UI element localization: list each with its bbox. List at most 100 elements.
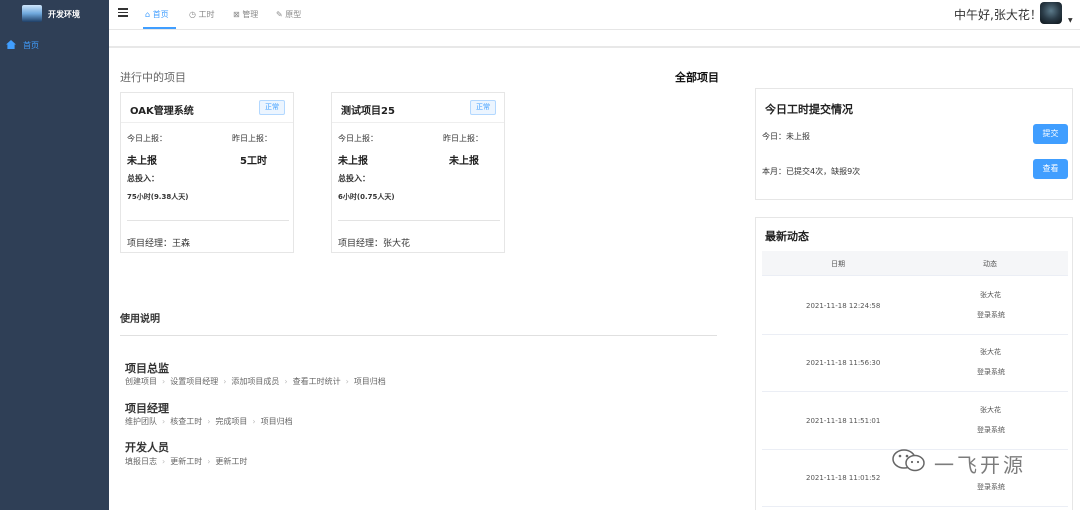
top-bar: ⌂ 首页 ◷ 工时 ⊠ 管理 ✎ 原型 中午好,张大花！ ▼ (109, 0, 1080, 30)
month-status: 本月：已提交4次，缺报9次 (762, 167, 861, 176)
step: 项目归档 (353, 377, 386, 386)
usage-title: 使用说明 (120, 314, 160, 325)
divider (120, 335, 717, 336)
clock-icon: ◷ (189, 10, 196, 19)
yesterday-value: 未上报 (449, 156, 479, 167)
chevron-right-icon: › (284, 377, 288, 386)
row-action: 登录系统 (977, 311, 1005, 319)
project-name: 测试项目25 (341, 106, 395, 117)
divider (338, 220, 500, 221)
total-label: 总投入： (338, 174, 370, 183)
tab-prototype[interactable]: ✎ 原型 (276, 9, 301, 20)
grid-icon: ⊠ (233, 10, 240, 19)
chevron-right-icon: › (162, 417, 166, 426)
role-steps: 填报日志 › 更新工时 › 更新工时 (125, 456, 247, 467)
status-badge: 正常 (470, 100, 496, 115)
row-user: 张大花 (980, 406, 1001, 414)
wechat-icon (892, 449, 925, 472)
yesterday-label: 昨日上报： (443, 134, 483, 143)
sidebar-item-label: 首页 (23, 41, 39, 50)
chevron-right-icon: › (207, 417, 211, 426)
chevron-right-icon: › (252, 417, 256, 426)
tab-manage[interactable]: ⊠ 管理 (233, 9, 258, 20)
project-card[interactable]: OAK管理系统 正常 今日上报： 昨日上报： 未上报 5工时 总投入： 75小时… (120, 92, 294, 253)
project-manager: 项目经理：王森 (127, 239, 191, 249)
avatar[interactable] (1040, 2, 1062, 24)
step: 填报日志 (125, 457, 157, 466)
caret-down-icon[interactable]: ▼ (1068, 17, 1073, 24)
role-steps: 创建项目 › 设置项目经理 › 添加项目成员 › 查看工时统计 › 项目归档 (125, 376, 386, 387)
panel-title: 最新动态 (765, 230, 809, 243)
tab-label: 管理 (242, 10, 259, 19)
step: 设置项目经理 (170, 377, 219, 386)
yesterday-value: 5工时 (240, 156, 267, 167)
today-value: 未上报 (127, 156, 157, 167)
step: 添加项目成员 (231, 377, 280, 386)
column-header-date: 日期 (831, 260, 845, 268)
tab-worktime[interactable]: ◷ 工时 (189, 9, 215, 20)
today-value: 未上报 (338, 156, 368, 167)
chevron-right-icon: › (162, 457, 166, 466)
divider (121, 122, 293, 123)
watermark: 一飞开源 (934, 453, 1026, 477)
panel-title: 今日工时提交情况 (765, 103, 853, 116)
project-manager: 项目经理：张大花 (338, 239, 411, 249)
sidebar-item-home[interactable]: 首页 (0, 37, 109, 53)
tab-home[interactable]: ⌂ 首页 (145, 9, 169, 20)
step: 更新工时 (170, 457, 203, 466)
menu-toggle-icon[interactable] (118, 8, 128, 17)
step: 核查工时 (170, 417, 203, 426)
chevron-right-icon: › (207, 457, 211, 466)
today-label: 今日上报： (338, 134, 378, 143)
chevron-right-icon: › (345, 377, 349, 386)
role-steps: 维护团队 › 核查工时 › 完成项目 › 项目归档 (125, 416, 293, 427)
column-header-action: 动态 (983, 260, 997, 268)
timesheet-panel: 今日工时提交情况 今日：未上报 提交 本月：已提交4次，缺报9次 查看 (755, 88, 1073, 200)
tab-label: 首页 (152, 10, 169, 19)
divider (109, 46, 1080, 48)
home-icon: ⌂ (145, 10, 151, 19)
view-button[interactable]: 查看 (1033, 159, 1068, 179)
step: 更新工时 (215, 457, 248, 466)
all-projects-link[interactable]: 全部项目 (675, 69, 719, 85)
today-status: 今日：未上报 (762, 132, 810, 141)
table-row: 2021-11-18 11:51:01 张大花 登录系统 (762, 392, 1068, 450)
project-card[interactable]: 测试项目25 正常 今日上报： 昨日上报： 未上报 未上报 总投入： 6小时(0… (331, 92, 505, 253)
total-label: 总投入： (127, 174, 159, 183)
tab-label: 工时 (198, 10, 215, 19)
row-date: 2021-11-18 12:24:58 (806, 302, 881, 310)
total-value: 75小时(9.38人天) (127, 193, 189, 201)
table-header: 日期 动态 (762, 251, 1068, 276)
submit-button[interactable]: 提交 (1033, 124, 1068, 144)
yesterday-label: 昨日上报： (232, 134, 272, 143)
row-date: 2021-11-18 11:56:30 (806, 359, 881, 367)
chevron-right-icon: › (223, 377, 227, 386)
row-action: 登录系统 (977, 426, 1005, 434)
role-title: 项目经理 (125, 402, 169, 415)
role-title: 开发人员 (125, 441, 169, 454)
sidebar: 开发环境 首页 (0, 0, 109, 510)
chevron-right-icon: › (162, 377, 166, 386)
row-date: 2021-11-18 11:01:52 (806, 474, 881, 482)
project-name: OAK管理系统 (130, 106, 194, 117)
step: 创建项目 (125, 377, 157, 386)
app-logo (22, 5, 42, 22)
row-user: 张大花 (980, 291, 1001, 299)
row-action: 登录系统 (977, 483, 1005, 491)
edit-icon: ✎ (276, 10, 283, 19)
row-user: 张大花 (980, 348, 1001, 356)
step: 项目归档 (260, 417, 293, 426)
table-row: 2021-11-18 11:56:30 张大花 登录系统 (762, 334, 1068, 392)
total-value: 6小时(0.75人天) (338, 193, 395, 201)
row-date: 2021-11-18 11:51:01 (806, 417, 881, 425)
step: 完成项目 (215, 417, 248, 426)
step: 查看工时统计 (292, 377, 341, 386)
divider (127, 220, 289, 221)
tab-label: 原型 (285, 10, 302, 19)
active-tab-indicator (143, 27, 176, 29)
section-title: 进行中的项目 (120, 71, 186, 84)
user-greeting: 中午好,张大花！ (954, 8, 1042, 22)
status-badge: 正常 (259, 100, 285, 115)
step: 维护团队 (125, 417, 157, 426)
app-name: 开发环境 (48, 10, 80, 19)
